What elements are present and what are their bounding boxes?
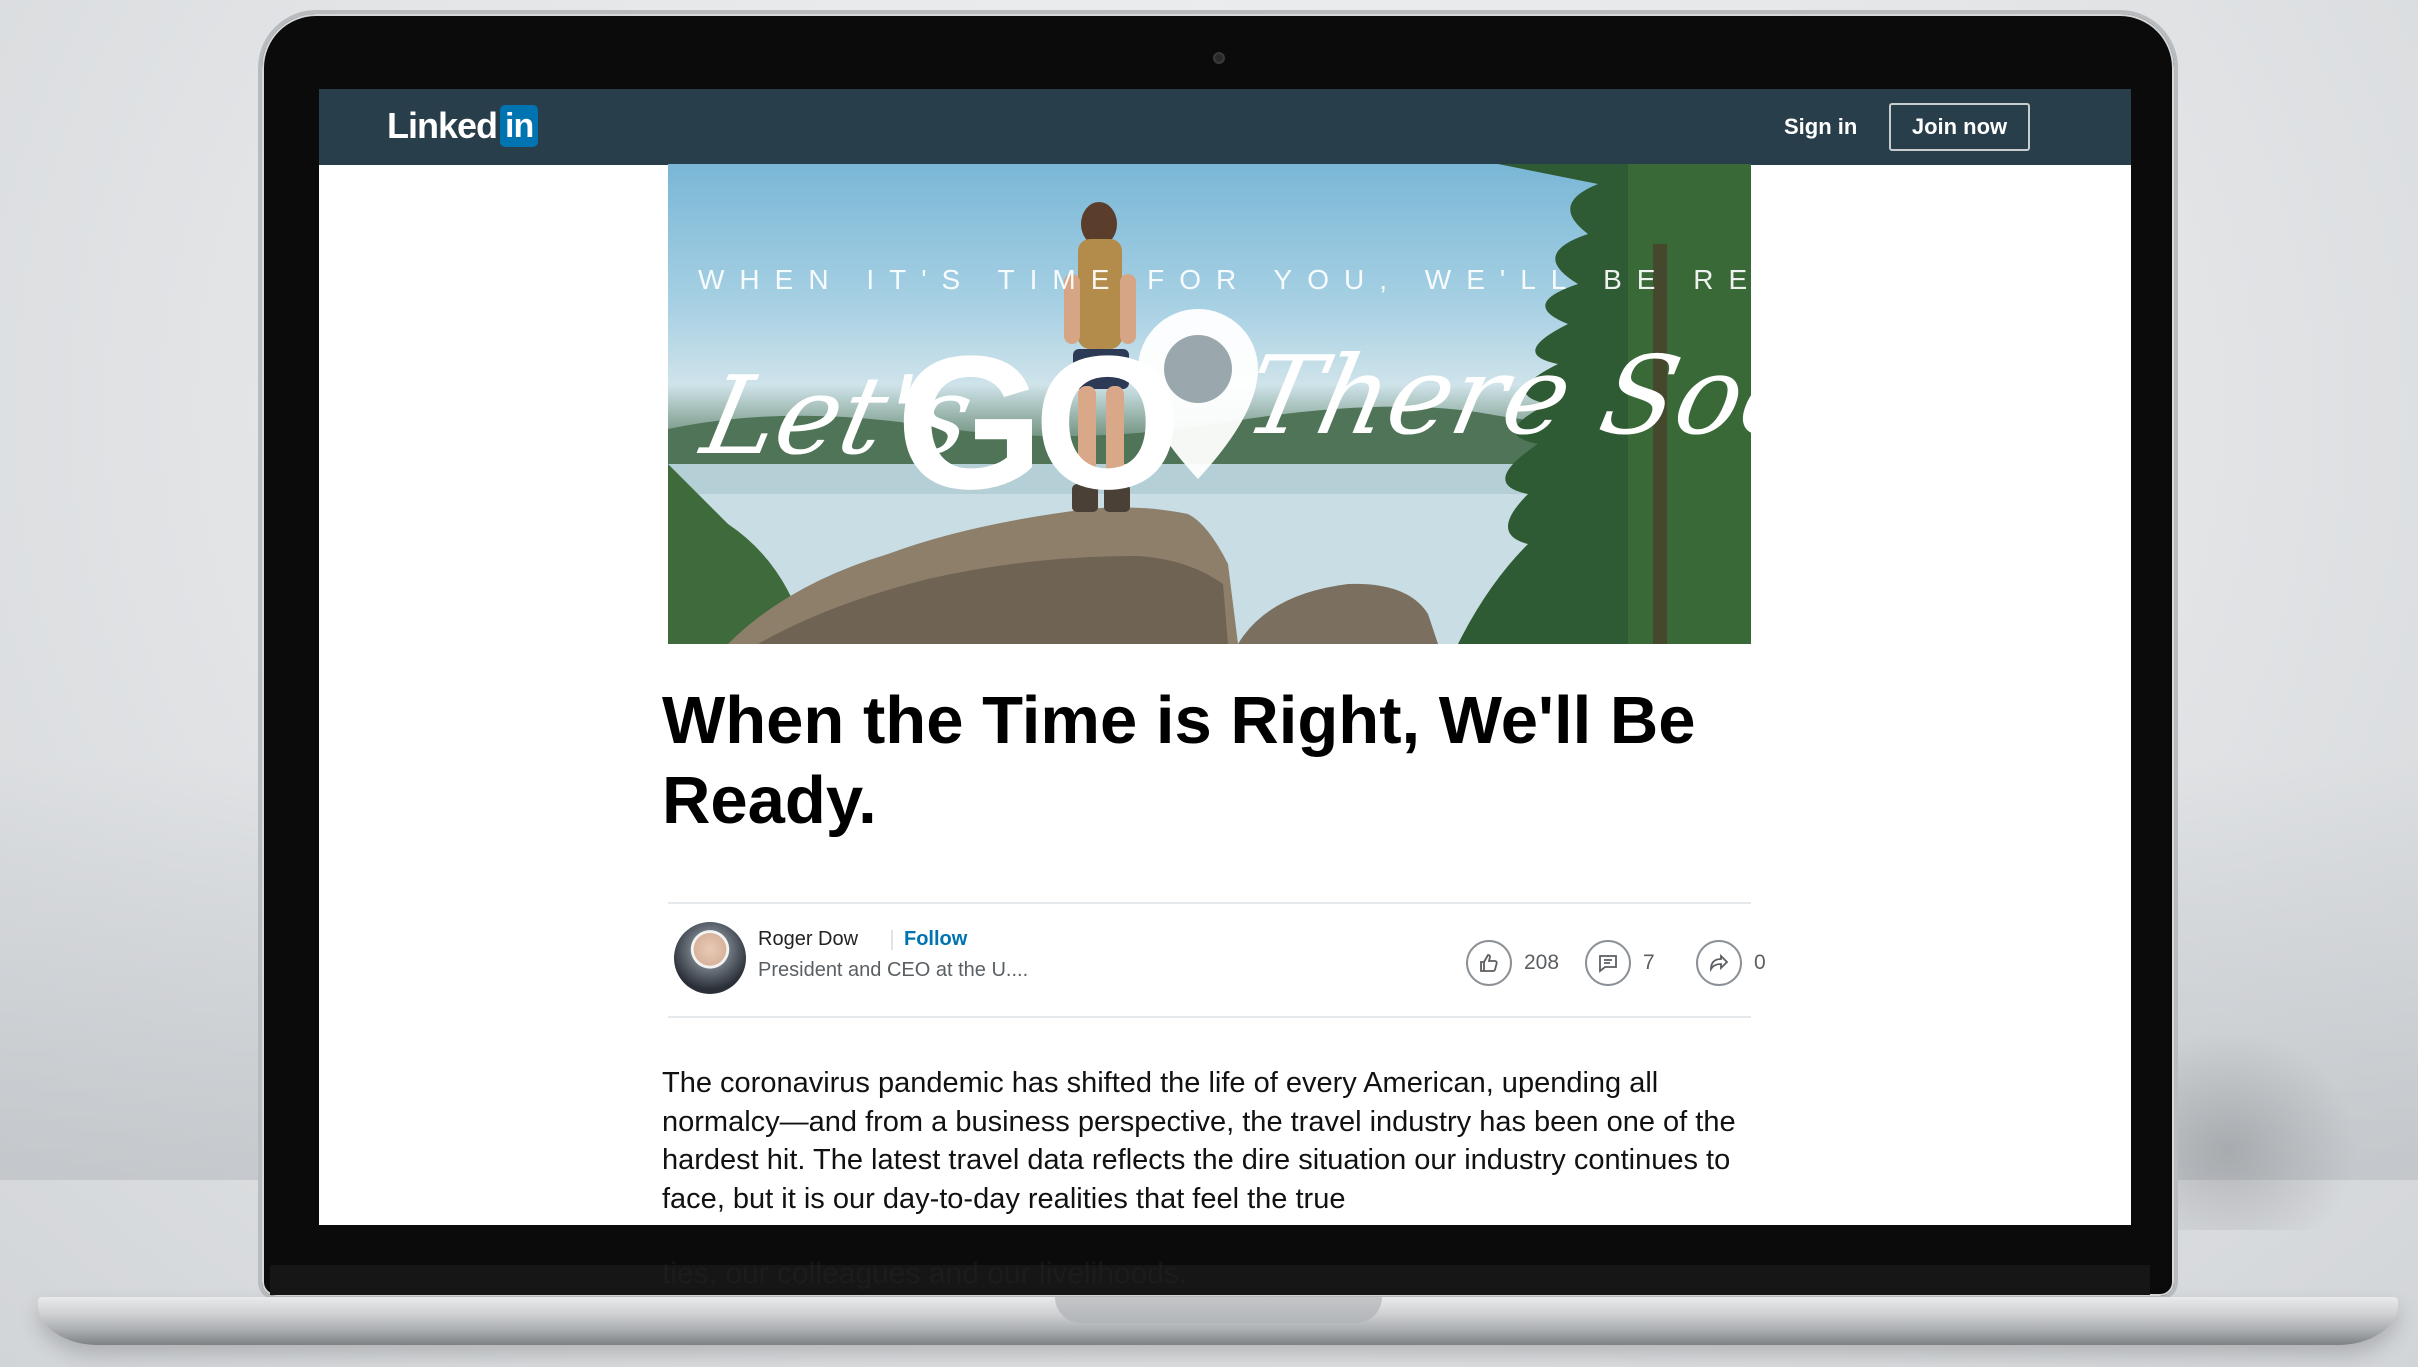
sign-in-link[interactable]: Sign in xyxy=(1784,111,1857,143)
article-title: When the Time is Right, We'll Be Ready. xyxy=(662,683,1696,838)
browser-screen: Linked in Sign in Join now WHEN IT'S TIM… xyxy=(319,89,2131,1225)
share-icon[interactable] xyxy=(1696,940,1742,986)
laptop-notch xyxy=(1055,1297,1382,1323)
logo-in-badge: in xyxy=(500,105,539,147)
shares-count: 0 xyxy=(1754,951,1766,974)
likes-count: 208 xyxy=(1524,951,1560,974)
likes-stat[interactable]: 208 xyxy=(1466,940,1559,986)
author-separator xyxy=(891,930,893,950)
logo-text: Linked xyxy=(387,105,498,146)
comments-stat[interactable]: 7 xyxy=(1585,940,1655,986)
hero-there-soon-text: There Soon xyxy=(1234,334,1751,459)
comments-count: 7 xyxy=(1643,951,1655,974)
comment-icon[interactable] xyxy=(1585,940,1631,986)
hero-go-text: GO xyxy=(896,317,1182,529)
webcam xyxy=(1213,52,1225,64)
shares-stat[interactable]: 0 xyxy=(1696,940,1766,986)
thumbs-up-icon[interactable] xyxy=(1466,940,1512,986)
join-now-button[interactable]: Join now xyxy=(1889,103,2030,151)
follow-button[interactable]: Follow xyxy=(904,928,967,951)
hero-tagline: WHEN IT'S TIME FOR YOU, WE'LL BE READY xyxy=(698,264,1751,295)
article-hero-image: WHEN IT'S TIME FOR YOU, WE'LL BE READY L… xyxy=(668,164,1751,644)
article-body: The coronavirus pandemic has shifted the… xyxy=(662,1067,1736,1215)
linkedin-logo[interactable]: Linked in xyxy=(387,103,539,149)
author-name[interactable]: Roger Dow xyxy=(758,928,858,951)
author-bar: Roger Dow Follow President and CEO at th… xyxy=(668,902,1766,1018)
author-avatar[interactable] xyxy=(674,922,746,994)
author-headline: President and CEO at the U.... xyxy=(758,959,1029,981)
top-navbar: Linked in Sign in Join now xyxy=(319,89,2131,165)
article-body-overflow: ties, our colleagues and our livelihoods… xyxy=(662,1257,1188,1290)
